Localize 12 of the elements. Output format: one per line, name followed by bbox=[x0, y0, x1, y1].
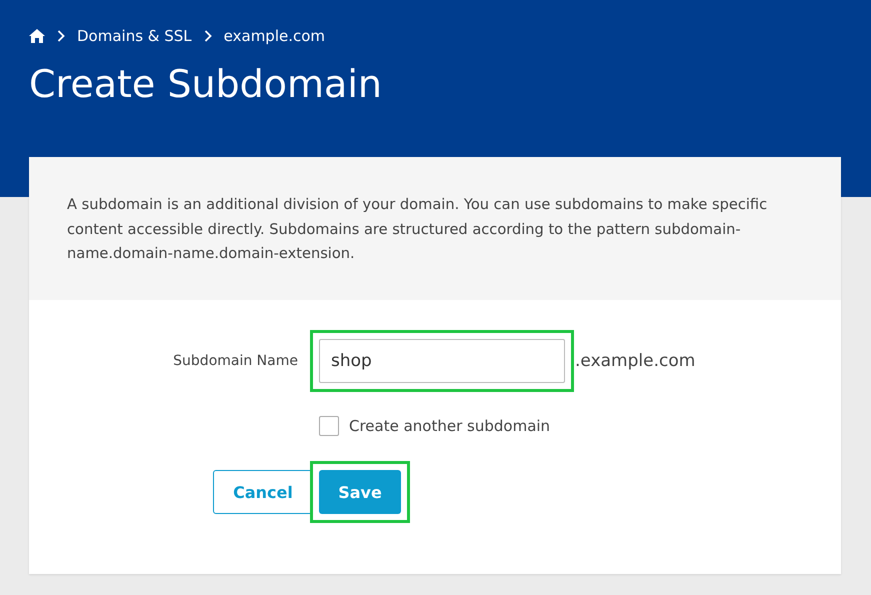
chevron-icon bbox=[204, 30, 212, 42]
breadcrumb-link[interactable]: example.com bbox=[224, 27, 326, 45]
breadcrumb-link[interactable]: Domains & SSL bbox=[77, 27, 192, 45]
home-icon[interactable] bbox=[29, 29, 45, 43]
subdomain-input[interactable]: shop bbox=[319, 339, 565, 383]
field-label: Subdomain Name bbox=[172, 353, 299, 369]
page-title: Create Subdomain bbox=[29, 62, 383, 106]
checkbox-label[interactable]: Create another subdomain bbox=[349, 417, 550, 435]
description-text: A subdomain is an additional division of your domain. You can use subdomains to make specific content accessible directly. Subdomains are structured according to the pattern subdomain-name.domain-name.domain-extension. bbox=[67, 195, 768, 264]
domain-suffix: .example.com bbox=[575, 351, 696, 371]
chevron-icon bbox=[57, 30, 65, 42]
checkbox[interactable] bbox=[319, 416, 339, 436]
